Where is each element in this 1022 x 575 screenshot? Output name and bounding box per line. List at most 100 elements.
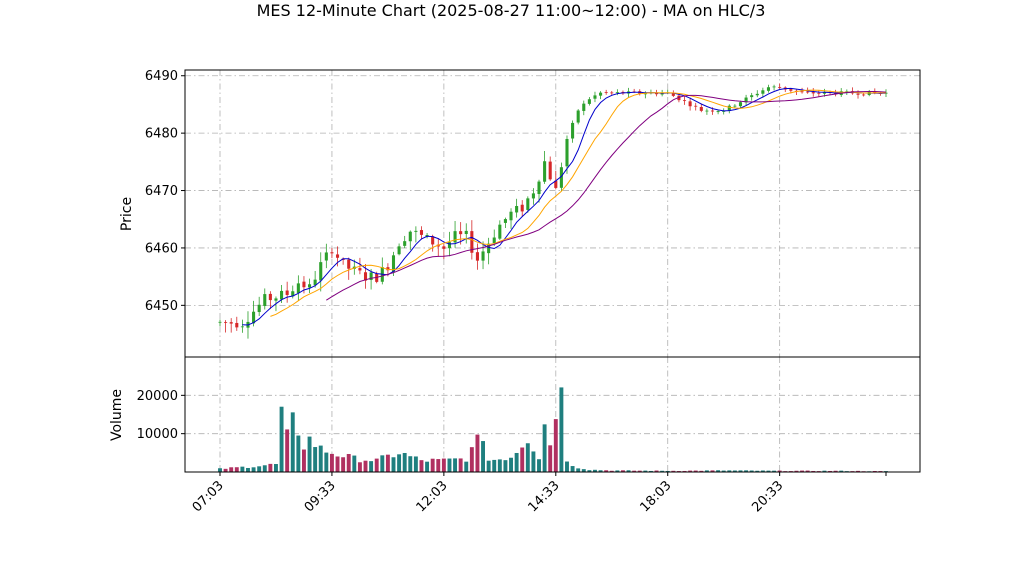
candle-body xyxy=(694,105,698,107)
candle-body xyxy=(543,161,547,182)
volume-bar xyxy=(503,460,508,472)
candle xyxy=(229,318,233,333)
volume-bar xyxy=(481,441,486,472)
candle-body xyxy=(800,91,804,93)
volume-bar xyxy=(565,461,569,472)
candle-body xyxy=(862,94,866,96)
price-tick-label: 6480 xyxy=(145,127,178,142)
candle xyxy=(727,104,731,114)
volume-bar xyxy=(262,465,267,472)
candle-body xyxy=(817,92,821,94)
volume-bar xyxy=(559,387,564,472)
x-tick-label: 09:33 xyxy=(302,478,339,515)
candle-body xyxy=(324,252,328,261)
candle xyxy=(811,88,815,97)
candle xyxy=(543,150,547,184)
candle xyxy=(419,226,424,240)
volume-panel-frame xyxy=(184,356,921,473)
volume-bar xyxy=(251,467,256,472)
volume-bar xyxy=(369,461,374,472)
candle xyxy=(571,120,575,143)
volume-bar xyxy=(497,459,502,472)
candle xyxy=(515,198,519,218)
volume-bar xyxy=(430,458,435,472)
candle-body xyxy=(789,89,793,91)
candle xyxy=(224,320,228,333)
candle-body xyxy=(397,246,401,255)
candle xyxy=(425,233,429,239)
volume-bar xyxy=(318,445,323,472)
candle xyxy=(694,102,698,111)
candle xyxy=(750,92,754,101)
volume-bar xyxy=(296,435,301,472)
price-axis-label: Price xyxy=(119,197,135,231)
candle xyxy=(263,288,267,310)
ma-fast-line xyxy=(242,87,887,326)
candle xyxy=(587,97,591,106)
price-tick-label: 6450 xyxy=(145,299,178,314)
candle-body xyxy=(308,284,312,288)
candle-body xyxy=(414,230,418,232)
volume-bar xyxy=(346,454,351,472)
volume-bar xyxy=(352,455,357,472)
volume-bar xyxy=(307,436,312,472)
candle-body xyxy=(571,122,575,139)
candle xyxy=(509,208,513,229)
candle xyxy=(319,252,323,292)
candle-body xyxy=(526,198,530,210)
candle-body xyxy=(682,100,687,102)
candle xyxy=(397,243,401,256)
chart: MES 12-Minute Chart (2025-08-27 11:00~12… xyxy=(109,1,921,515)
candle-body xyxy=(268,293,272,301)
candle-body xyxy=(755,93,759,96)
candle-body xyxy=(587,99,591,104)
volume-panel: 10000 20000 Volume xyxy=(109,356,921,473)
candle xyxy=(487,237,491,265)
x-tick-label: 07:03 xyxy=(190,478,227,515)
candle-body xyxy=(811,92,815,94)
candle xyxy=(308,278,312,294)
candle-body xyxy=(766,87,771,91)
candle xyxy=(268,291,272,310)
volume-bar xyxy=(576,468,581,472)
ma-slow-line xyxy=(326,91,887,301)
candle xyxy=(330,247,334,259)
price-tick-label: 6490 xyxy=(145,69,178,84)
x-tick-label: 14:33 xyxy=(526,478,563,515)
candle-body xyxy=(492,237,496,244)
volume-bar xyxy=(279,406,284,472)
volume-bar xyxy=(329,453,334,472)
candle xyxy=(722,108,726,115)
candle-body xyxy=(778,87,782,88)
candle-body xyxy=(487,243,491,254)
candle-body xyxy=(688,101,692,107)
candle-body xyxy=(408,231,412,242)
volume-bar xyxy=(268,463,273,472)
volume-bar xyxy=(391,457,396,472)
volume-tick-label: 10000 xyxy=(137,427,178,442)
candle-body xyxy=(229,322,233,324)
volume-bar xyxy=(402,452,407,472)
candle-body xyxy=(772,86,776,88)
volume-bar xyxy=(380,455,385,472)
volume-bar xyxy=(447,458,452,472)
candle xyxy=(403,235,407,249)
candle xyxy=(755,90,759,98)
candle xyxy=(257,296,261,317)
candle-body xyxy=(615,92,619,93)
volume-bar xyxy=(240,466,245,472)
volume-bar xyxy=(436,459,441,472)
volume-tick-label: 20000 xyxy=(137,389,178,404)
volume-bar xyxy=(301,449,306,472)
candle xyxy=(766,84,771,93)
volume-bar xyxy=(324,452,329,472)
candle-body xyxy=(710,110,715,112)
volume-bar xyxy=(553,419,558,472)
candle xyxy=(576,109,580,125)
candle-body xyxy=(610,92,614,94)
candle-body xyxy=(240,326,244,328)
candle xyxy=(649,89,653,95)
volume-bar xyxy=(397,454,402,472)
candle xyxy=(599,91,603,100)
volume-bar xyxy=(425,461,430,472)
